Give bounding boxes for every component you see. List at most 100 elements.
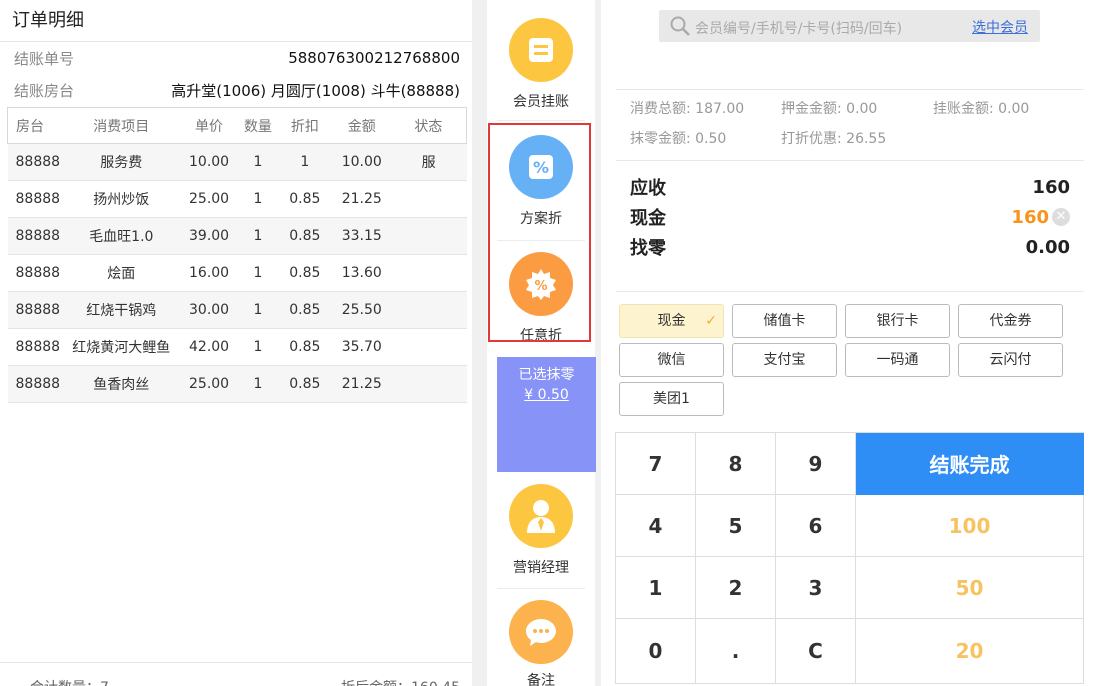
cell-amount: 21.25 <box>332 180 391 218</box>
rounding-panel[interactable]: 已选抹零 ¥ 0.50 <box>497 357 596 472</box>
cash-label: 现金 <box>630 208 666 229</box>
cell-qty: 1 <box>239 180 277 218</box>
pay-method-one-code[interactable]: 一码通 <box>845 343 950 377</box>
rounding-label: 已选抹零 <box>518 367 575 383</box>
key-6[interactable]: 6 <box>776 495 856 557</box>
bill-rooms-value: 高升堂(1006) 月圆厅(1008) 斗牛(88888) <box>171 81 460 100</box>
pay-method-label: 现金 <box>657 313 686 329</box>
cash-value[interactable]: 160 <box>1011 207 1049 228</box>
panel-title: 订单明细 <box>0 0 472 42</box>
pay-method-unionpay[interactable]: 云闪付 <box>958 343 1063 377</box>
pay-method-alipay[interactable]: 支付宝 <box>732 343 837 377</box>
cell-status <box>390 328 467 366</box>
cell-amount: 13.60 <box>332 254 391 292</box>
quick-amount-50[interactable]: 50 <box>856 557 1084 619</box>
rounding-amount[interactable]: ¥ 0.50 <box>497 385 596 405</box>
pay-method-voucher[interactable]: 代金券 <box>958 304 1063 338</box>
bill-rooms-row: 结账房台 高升堂(1006) 月圆厅(1008) 斗牛(88888) <box>0 74 472 106</box>
cell-room: 88888 <box>7 180 64 218</box>
change-value: 0.00 <box>1025 236 1070 258</box>
checkout-done-button[interactable]: 结账完成 <box>856 433 1084 495</box>
col-price: 单价 <box>179 107 239 144</box>
chat-bubble-icon <box>509 600 573 664</box>
cell-price: 42.00 <box>179 328 239 366</box>
cell-item: 烩面 <box>63 254 180 292</box>
cell-discount: 0.85 <box>276 365 333 403</box>
select-member-link[interactable]: 选中会员 <box>972 17 1028 37</box>
pay-method-cash[interactable]: 现金 ✓ <box>619 304 724 338</box>
sales-manager-button[interactable]: 营销经理 <box>487 484 595 577</box>
key-5[interactable]: 5 <box>696 495 776 557</box>
cell-amount: 35.70 <box>332 328 391 366</box>
member-charge-icon <box>509 18 573 82</box>
bill-number-row: 结账单号 588076300212768800 <box>0 42 472 74</box>
summary-rounding: 抹零金额: 0.50 <box>630 131 727 147</box>
summary-area: 消费总额: 187.00 押金金额: 0.00 挂账金额: 0.00 抹零金额:… <box>616 89 1084 161</box>
quick-amount-100[interactable]: 100 <box>856 495 1084 557</box>
key-2[interactable]: 2 <box>696 557 776 619</box>
key-1[interactable]: 1 <box>616 557 696 619</box>
cell-discount: 0.85 <box>276 328 333 366</box>
key-9[interactable]: 9 <box>776 433 856 495</box>
table-header-row: 房台 消费项目 单价 数量 折扣 金额 状态 <box>7 107 467 144</box>
cell-status <box>390 180 467 218</box>
key-clear[interactable]: C <box>776 619 856 684</box>
cell-item: 红烧黄河大鲤鱼 <box>63 328 180 366</box>
keypad: 7 8 9 结账完成 4 5 6 100 1 2 3 50 0 . C 20 <box>615 432 1084 684</box>
cell-discount: 0.85 <box>276 217 333 255</box>
member-search-bar[interactable]: 会员编号/手机号/卡号(扫码/回车) 选中会员 <box>659 10 1040 42</box>
divider <box>616 291 1084 292</box>
cell-room: 88888 <box>7 328 64 366</box>
table-row[interactable]: 88888 毛血旺1.0 39.00 1 0.85 33.15 <box>7 217 467 255</box>
key-0[interactable]: 0 <box>616 619 696 684</box>
col-room: 房台 <box>7 107 64 144</box>
col-discount: 折扣 <box>276 107 333 144</box>
cell-status <box>390 365 467 403</box>
summary-total: 消费总额: 187.00 <box>630 101 745 117</box>
key-dot[interactable]: . <box>696 619 776 684</box>
person-icon <box>509 484 573 548</box>
cell-discount: 0.85 <box>276 254 333 292</box>
cell-room: 88888 <box>7 365 64 403</box>
cell-discount: 0.85 <box>276 291 333 329</box>
cell-status <box>390 217 467 255</box>
pay-method-bank-card[interactable]: 银行卡 <box>845 304 950 338</box>
table-row[interactable]: 88888 红烧黄河大鲤鱼 42.00 1 0.85 35.70 <box>7 328 467 366</box>
bill-number-label: 结账单号 <box>14 49 75 68</box>
receivable-value: 160 <box>1032 176 1070 198</box>
key-8[interactable]: 8 <box>696 433 776 495</box>
summary-deposit: 押金金额: 0.00 <box>781 101 878 117</box>
cell-item: 扬州炒饭 <box>63 180 180 218</box>
order-table: 房台 消费项目 单价 数量 折扣 金额 状态 88888 服务费 10.00 1… <box>7 107 467 403</box>
cell-price: 25.00 <box>179 365 239 403</box>
cash-row: 现金 160 ✕ <box>630 202 1070 232</box>
key-7[interactable]: 7 <box>616 433 696 495</box>
pay-method-stored-card[interactable]: 储值卡 <box>732 304 837 338</box>
pay-method-wechat[interactable]: 微信 <box>619 343 724 377</box>
cell-status: 服 <box>390 143 467 181</box>
change-row: 找零 0.00 <box>630 232 1070 262</box>
cell-price: 39.00 <box>179 217 239 255</box>
cell-item: 红烧干锅鸡 <box>63 291 180 329</box>
cash-value-group: 160 ✕ <box>1011 207 1070 228</box>
quick-amount-20[interactable]: 20 <box>856 619 1084 684</box>
col-status: 状态 <box>390 107 467 144</box>
search-input[interactable]: 会员编号/手机号/卡号(扫码/回车) <box>695 18 902 38</box>
table-row[interactable]: 88888 鱼香肉丝 25.00 1 0.85 21.25 <box>7 365 467 403</box>
clear-icon[interactable]: ✕ <box>1052 208 1070 226</box>
table-row[interactable]: 88888 红烧干锅鸡 30.00 1 0.85 25.50 <box>7 291 467 329</box>
member-charge-button[interactable]: 会员挂账 <box>487 18 595 111</box>
cell-room: 88888 <box>7 254 64 292</box>
order-footer: 合计数量：7 折后金额：160.45 <box>0 662 472 686</box>
key-3[interactable]: 3 <box>776 557 856 619</box>
table-row[interactable]: 88888 服务费 10.00 1 1 10.00 服 <box>7 143 467 181</box>
divider <box>497 120 585 121</box>
table-row[interactable]: 88888 扬州炒饭 25.00 1 0.85 21.25 <box>7 180 467 218</box>
remark-button[interactable]: 备注 <box>487 600 595 686</box>
table-row[interactable]: 88888 烩面 16.00 1 0.85 13.60 <box>7 254 467 292</box>
key-4[interactable]: 4 <box>616 495 696 557</box>
change-label: 找零 <box>630 238 666 259</box>
cell-price: 10.00 <box>179 143 239 181</box>
pay-method-meituan[interactable]: 美团1 <box>619 382 724 416</box>
cell-room: 88888 <box>7 217 64 255</box>
